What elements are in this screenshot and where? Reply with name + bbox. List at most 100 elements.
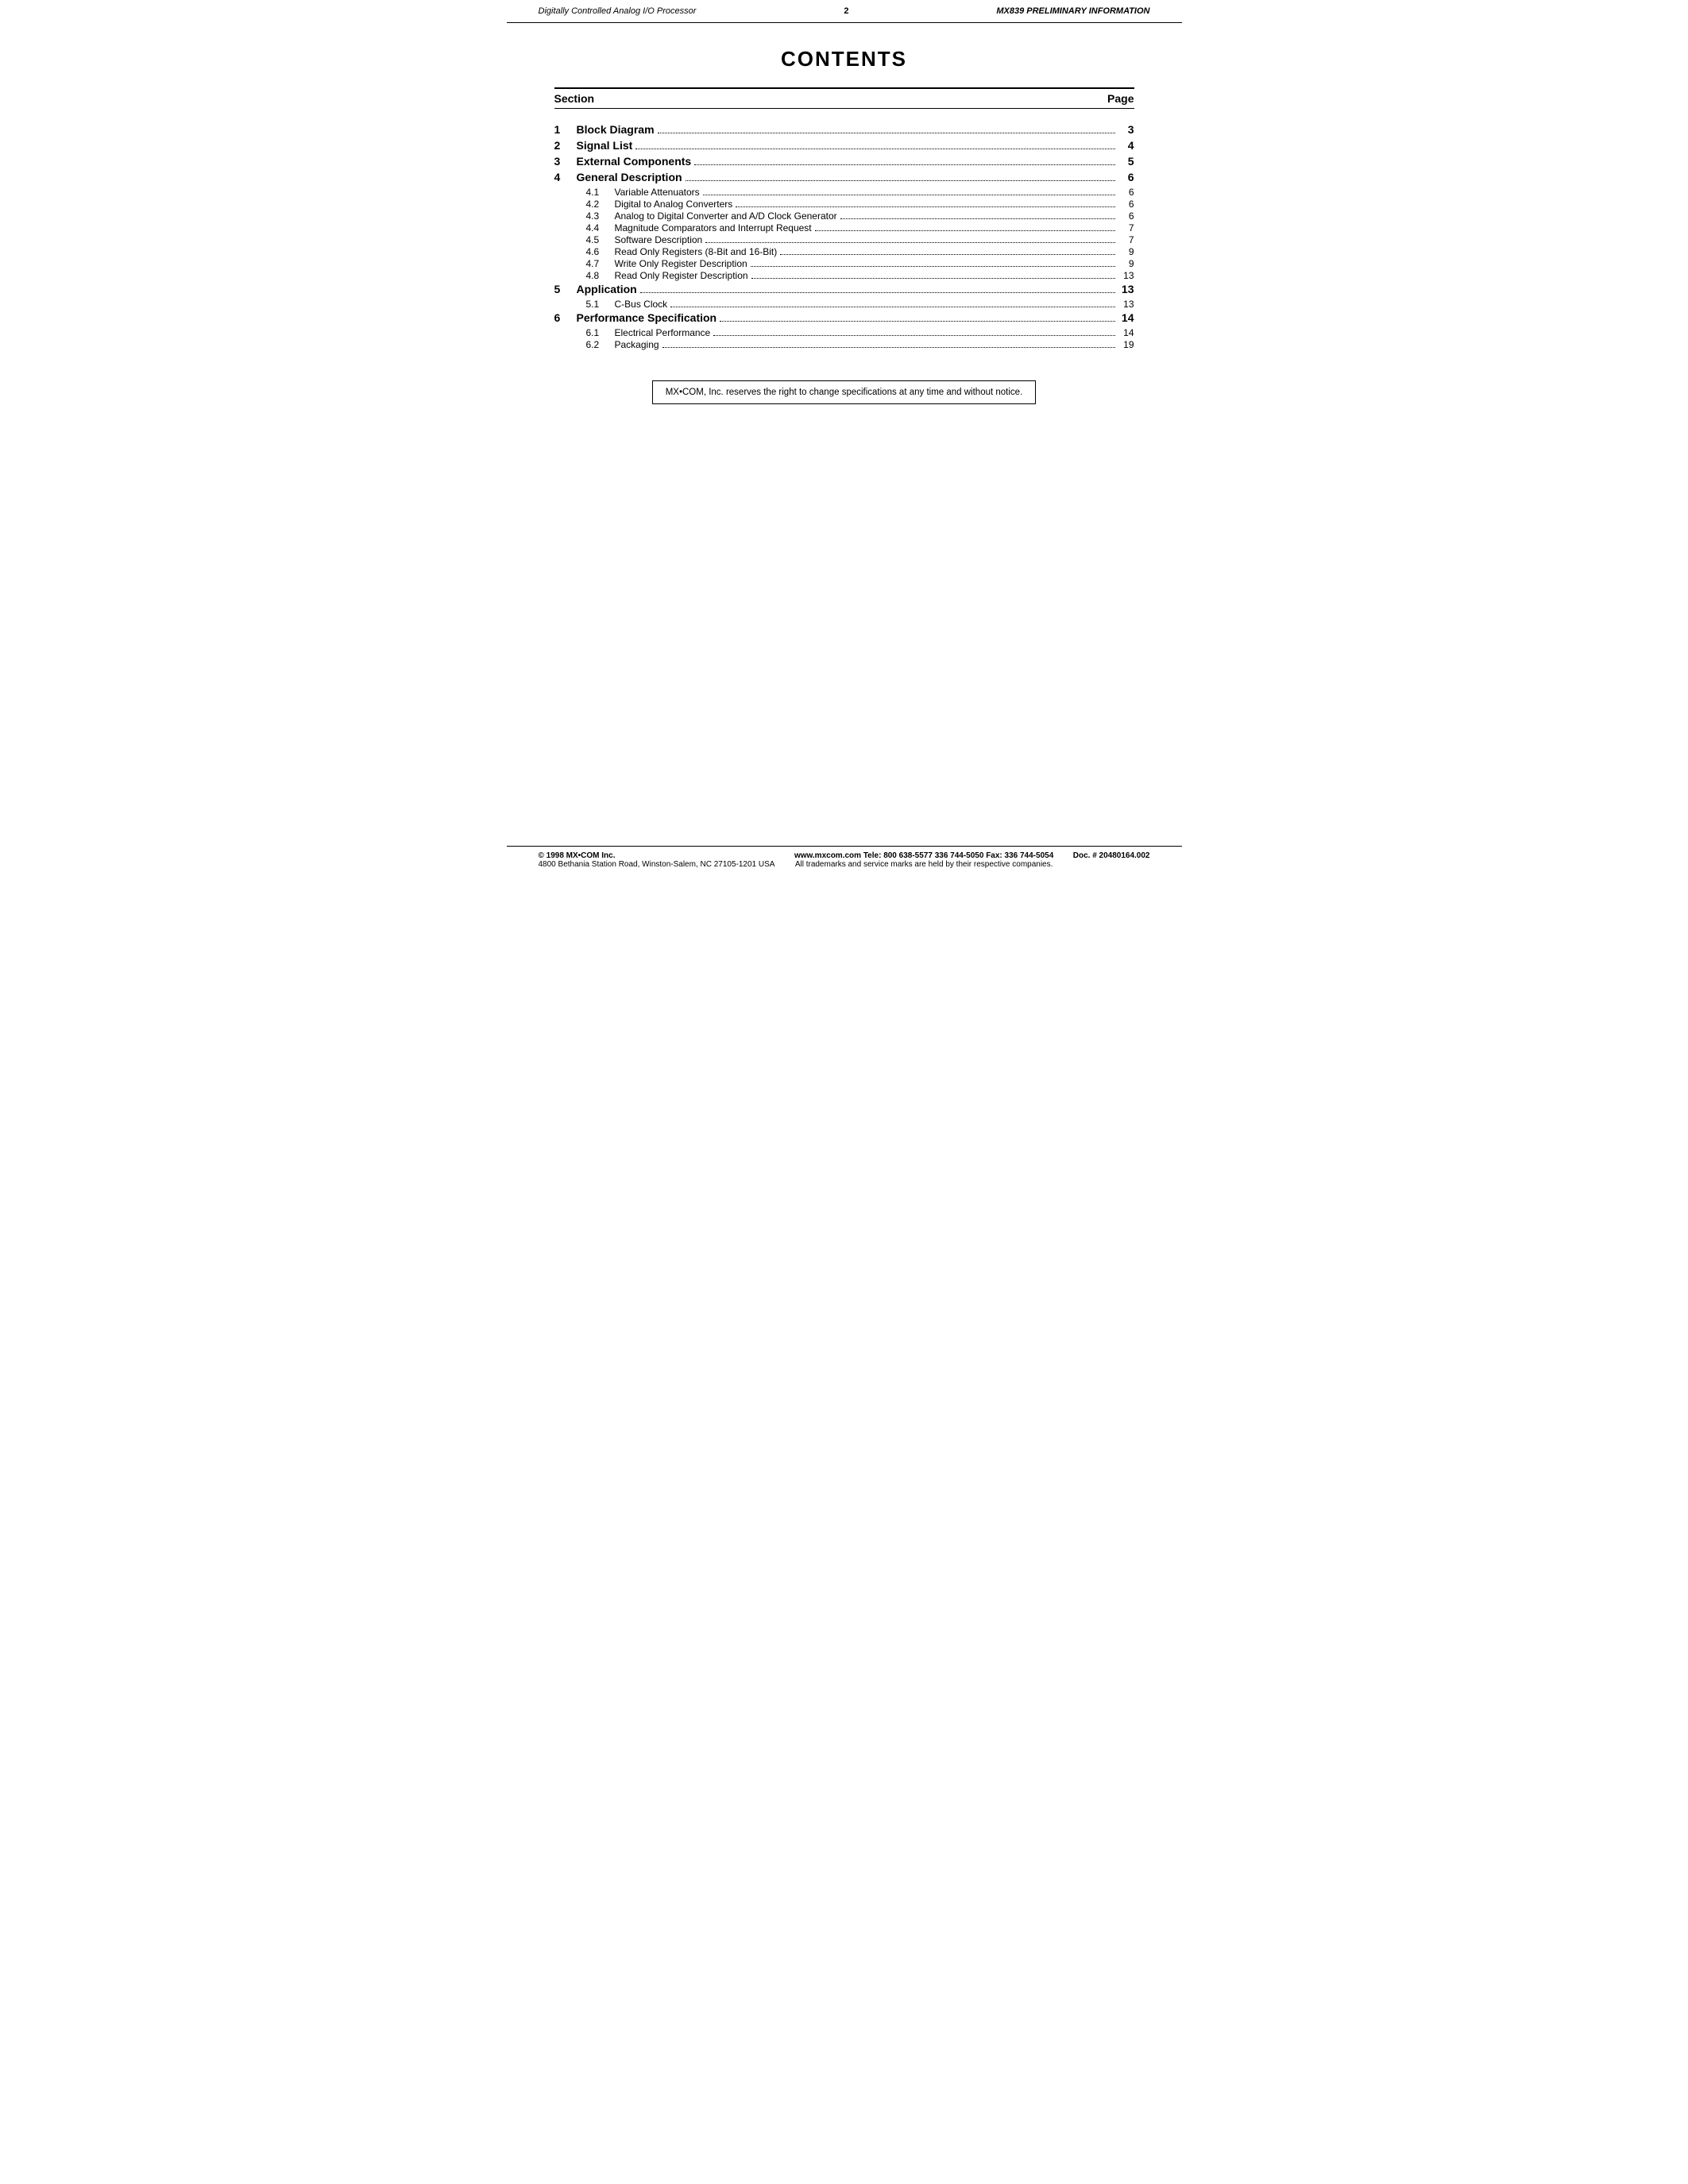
toc-sub-entry: 4.2Digital to Analog Converters6 bbox=[586, 199, 1134, 210]
toc-sub-title: Read Only Registers (8-Bit and 16-Bit) bbox=[615, 246, 778, 257]
toc-sub-title: Analog to Digital Converter and A/D Cloc… bbox=[615, 210, 837, 222]
toc-sub-num: 4.4 bbox=[586, 222, 615, 233]
toc-main-num: 6 bbox=[554, 311, 577, 324]
toc-sub-page: 9 bbox=[1118, 246, 1134, 257]
page-footer: © 1998 MX•COM Inc. 4800 Bethania Station… bbox=[507, 846, 1182, 874]
toc-page-num: 14 bbox=[1118, 311, 1134, 324]
toc-sub-entry: 5.1C-Bus Clock 13 bbox=[586, 299, 1134, 310]
toc-section: 6Performance Specification14 6.1Electrica… bbox=[554, 311, 1134, 350]
page-title: CONTENTS bbox=[554, 47, 1134, 71]
footer-center: www.mxcom.com Tele: 800 638-5577 336 744… bbox=[790, 851, 1056, 869]
toc-sub-page: 13 bbox=[1118, 270, 1134, 281]
toc-sub-page: 7 bbox=[1118, 222, 1134, 233]
header-page-num: 2 bbox=[844, 6, 848, 16]
page-header: Digitally Controlled Analog I/O Processo… bbox=[507, 0, 1182, 23]
toc-sub-title: Write Only Register Description bbox=[615, 258, 747, 269]
toc-page-num: 5 bbox=[1118, 155, 1134, 168]
toc-dots bbox=[720, 321, 1114, 322]
toc-sub-dots bbox=[751, 278, 1115, 279]
toc-sub-entry: 4.3Analog to Digital Converter and A/D C… bbox=[586, 210, 1134, 222]
toc-main-num: 4 bbox=[554, 171, 577, 183]
toc-sub-title: Electrical Performance bbox=[615, 327, 711, 338]
toc-sub-entry: 6.2Packaging19 bbox=[586, 339, 1134, 350]
toc-main-num: 2 bbox=[554, 139, 577, 152]
toc-sub-title: Digital to Analog Converters bbox=[615, 199, 733, 210]
toc-page-num: 13 bbox=[1118, 283, 1134, 295]
toc-main-title: General Description bbox=[577, 171, 682, 183]
toc-sub-entry: 4.6Read Only Registers (8-Bit and 16-Bit… bbox=[586, 246, 1134, 257]
toc-sub-num: 6.1 bbox=[586, 327, 615, 338]
header-right: MX839 PRELIMINARY INFORMATION bbox=[996, 6, 1149, 16]
footer-left-line1: © 1998 MX•COM Inc. bbox=[539, 851, 775, 860]
toc-sub-num: 4.6 bbox=[586, 246, 615, 257]
toc-main-entry: 2Signal List 4 bbox=[554, 139, 1134, 152]
toc-sub-dots bbox=[662, 347, 1115, 348]
footer-center-line2: All trademarks and service marks are hel… bbox=[790, 860, 1056, 869]
toc-sub-dots bbox=[815, 230, 1115, 231]
toc-sub-title: Packaging bbox=[615, 339, 659, 350]
toc-sub-page: 19 bbox=[1118, 339, 1134, 350]
toc-main-title: External Components bbox=[577, 155, 692, 168]
toc-sub-page: 9 bbox=[1118, 258, 1134, 269]
toc-sub-title: Software Description bbox=[615, 234, 703, 245]
toc-sub-entry: 4.1Variable Attenuators6 bbox=[586, 187, 1134, 198]
footer-right: Doc. # 20480164.002 bbox=[1073, 851, 1150, 860]
footer-left: © 1998 MX•COM Inc. 4800 Bethania Station… bbox=[539, 851, 775, 869]
footer-right-line1: Doc. # 20480164.002 bbox=[1073, 851, 1150, 860]
header-left: Digitally Controlled Analog I/O Processo… bbox=[539, 6, 697, 16]
toc-sub-entry: 4.5Software Description 7 bbox=[586, 234, 1134, 245]
toc-sub-entry: 4.8Read Only Register Description 13 bbox=[586, 270, 1134, 281]
toc-main-title: Signal List bbox=[577, 139, 633, 152]
toc-sub-page: 14 bbox=[1118, 327, 1134, 338]
toc-sub-num: 4.7 bbox=[586, 258, 615, 269]
toc-section: 5Application13 5.1C-Bus Clock 13 bbox=[554, 283, 1134, 310]
toc-main-entry: 6Performance Specification14 bbox=[554, 311, 1134, 324]
toc-section: 2Signal List 4 bbox=[554, 139, 1134, 152]
footer-center-line1: www.mxcom.com Tele: 800 638-5577 336 744… bbox=[790, 851, 1056, 860]
toc-sub-num: 4.2 bbox=[586, 199, 615, 210]
toc-sub-dots bbox=[840, 218, 1115, 219]
toc-dots bbox=[640, 292, 1115, 293]
toc-sub-num: 4.3 bbox=[586, 210, 615, 222]
page: Digitally Controlled Analog I/O Processo… bbox=[507, 0, 1182, 874]
toc-sub-title: Variable Attenuators bbox=[615, 187, 700, 198]
toc-section: 4General Description64.1Variable Attenua… bbox=[554, 171, 1134, 281]
toc-sub-num: 5.1 bbox=[586, 299, 615, 310]
toc-page-num: 4 bbox=[1118, 139, 1134, 152]
toc-main-entry: 4General Description 6 bbox=[554, 171, 1134, 183]
toc-sub-entry: 4.4Magnitude Comparators and Interrupt R… bbox=[586, 222, 1134, 233]
toc-main-num: 5 bbox=[554, 283, 577, 295]
toc-dots bbox=[694, 164, 1114, 165]
toc-sub-page: 6 bbox=[1118, 210, 1134, 222]
toc-page-num: 6 bbox=[1118, 171, 1134, 183]
notice-container: MX•COM, Inc. reserves the right to chang… bbox=[554, 365, 1134, 420]
toc-sub-dots bbox=[780, 254, 1114, 255]
notice-box: MX•COM, Inc. reserves the right to chang… bbox=[652, 380, 1037, 404]
toc-sub-num: 4.5 bbox=[586, 234, 615, 245]
toc-section-label: Section bbox=[554, 92, 595, 105]
toc-container: 1Block Diagram32Signal List43External Co… bbox=[554, 123, 1134, 350]
toc-sub-dots bbox=[705, 242, 1114, 243]
toc-main-num: 3 bbox=[554, 155, 577, 168]
toc-main-num: 1 bbox=[554, 123, 577, 136]
toc-main-entry: 5Application13 bbox=[554, 283, 1134, 295]
toc-sub-page: 7 bbox=[1118, 234, 1134, 245]
toc-dots bbox=[686, 180, 1115, 181]
toc-sub-page: 6 bbox=[1118, 187, 1134, 198]
toc-sub-entries: 4.1Variable Attenuators64.2Digital to An… bbox=[586, 187, 1134, 281]
toc-sub-entries: 6.1Electrical Performance146.2Packaging1… bbox=[586, 327, 1134, 350]
toc-sub-title: Magnitude Comparators and Interrupt Requ… bbox=[615, 222, 812, 233]
toc-sub-entry: 6.1Electrical Performance 14 bbox=[586, 327, 1134, 338]
toc-sub-dots bbox=[713, 335, 1114, 336]
toc-sub-title: C-Bus Clock bbox=[615, 299, 668, 310]
toc-header: Section Page bbox=[554, 87, 1134, 109]
toc-sub-dots bbox=[751, 266, 1115, 267]
toc-main-title: Block Diagram bbox=[577, 123, 655, 136]
toc-page-num: 3 bbox=[1118, 123, 1134, 136]
toc-sub-entry: 4.7Write Only Register Description 9 bbox=[586, 258, 1134, 269]
toc-main-entry: 3External Components 5 bbox=[554, 155, 1134, 168]
toc-sub-num: 4.8 bbox=[586, 270, 615, 281]
toc-sub-entries: 5.1C-Bus Clock 13 bbox=[586, 299, 1134, 310]
toc-sub-page: 13 bbox=[1118, 299, 1134, 310]
toc-sub-title: Read Only Register Description bbox=[615, 270, 748, 281]
